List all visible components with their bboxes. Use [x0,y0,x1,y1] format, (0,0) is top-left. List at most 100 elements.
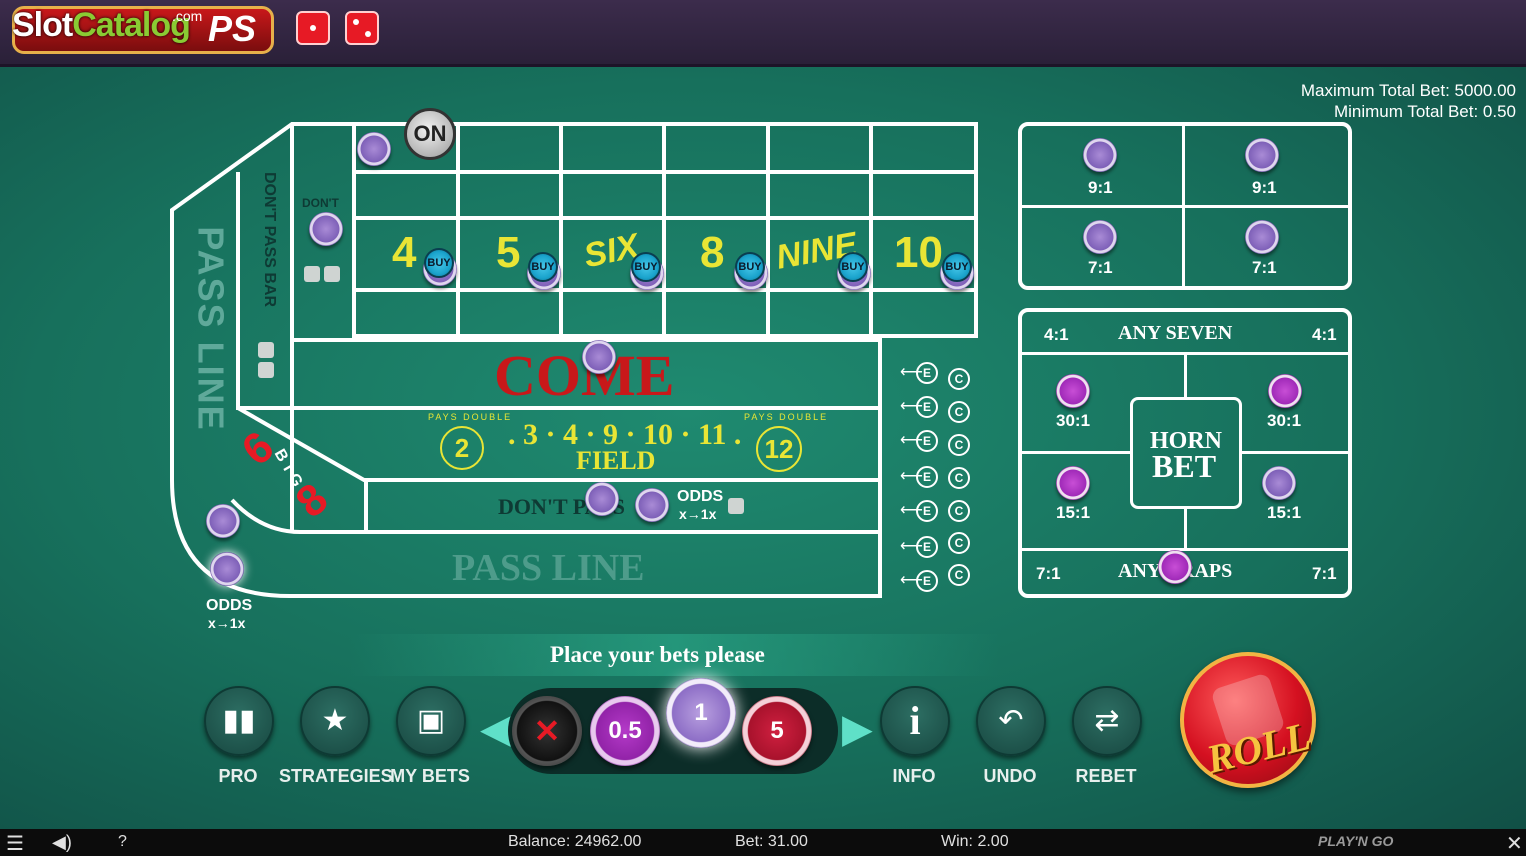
ec-c[interactable]: C [948,434,970,456]
roll-button[interactable]: ROLL [1180,652,1316,788]
ec-e[interactable]: E [916,570,938,592]
buy-button[interactable]: BUY [838,252,868,282]
side-odds-label[interactable]: ODDS [206,597,252,615]
clear-bets-icon[interactable]: ✕ [512,696,582,766]
bottom-bar: ☰ ◀) ? Balance: 24962.00 Bet: 31.00 Win:… [0,829,1526,856]
horn-12-payout[interactable]: 30:1 [1267,411,1301,431]
dice-icon [258,362,274,378]
strategies-label: STRATEGIES [279,766,393,786]
bet-chip [582,340,616,374]
point-8[interactable]: 8 [700,228,724,278]
info-label: INFO [892,766,936,786]
chip-next-arrow[interactable]: ▶ [842,706,873,752]
horn-11-payout[interactable]: 15:1 [1267,503,1301,523]
pass-line-side-label: PASS LINE [190,226,232,432]
pays-double-right: PAYS DOUBLE [744,412,829,422]
rebet-icon: ⇄ [1094,704,1120,737]
chip-0-5[interactable]: 0.5 [590,696,660,766]
field-12[interactable]: 12 [756,426,802,472]
ec-e[interactable]: E [916,466,938,488]
hardway-6-payout[interactable]: 7:1 [1088,258,1113,278]
bet-chip [1262,466,1296,500]
close-icon[interactable]: ✕ [1506,831,1523,856]
ec-c[interactable]: C [948,500,970,522]
ec-e[interactable]: E [916,362,938,384]
pro-button[interactable]: ▮▮ [204,686,274,756]
chip-1-selected[interactable]: 1 [666,678,736,748]
ec-c[interactable]: C [948,564,970,586]
bet-chip [635,488,669,522]
pass-line-label[interactable]: PASS LINE [452,546,645,590]
undo-button[interactable]: ↶ [976,686,1046,756]
ec-e[interactable]: E [916,396,938,418]
horn-bet-line2: BET [1152,448,1217,484]
brand-logo: PLAY'N GO [1318,833,1394,849]
ec-e[interactable]: E [916,500,938,522]
sound-icon[interactable]: ◀) [52,832,72,853]
hardway-10-payout[interactable]: 9:1 [1252,178,1277,198]
ec-c[interactable]: C [948,401,970,423]
ec-e[interactable]: E [916,536,938,558]
pro-label: PRO [218,766,258,786]
buy-button[interactable]: BUY [631,252,661,282]
chip-5[interactable]: 5 [742,696,812,766]
pays-double-left: PAYS DOUBLE [428,412,513,422]
rebet-label: REBET [1075,766,1137,786]
point-10[interactable]: 10 [894,228,943,278]
bet-chip [1268,374,1302,408]
dont-pass-bar-label: DON'T PASS BAR [261,172,278,308]
star-icon: ★ [321,704,349,737]
field-2[interactable]: 2 [440,426,484,470]
bet-chip [1158,550,1192,584]
buy-button[interactable]: BUY [528,252,558,282]
dice-icon [258,342,274,358]
win-display: Win: 2.00 [941,833,1009,850]
odds-multiplier: x→1x [679,506,717,522]
side-odds-multiplier: x→1x [208,615,246,631]
info-icon: i [909,698,921,743]
help-button[interactable]: ? [118,833,127,851]
rebet-button[interactable]: ⇄ [1072,686,1142,756]
horn-2-payout[interactable]: 30:1 [1056,411,1090,431]
bet-chip [206,504,240,538]
ec-c[interactable]: C [948,368,970,390]
any-craps-payout-right: 7:1 [1312,564,1337,583]
undo-label: UNDO [983,766,1037,786]
money-icon: ▣ [416,704,446,737]
odds-label[interactable]: ODDS [677,488,723,506]
buy-button[interactable]: BUY [942,252,972,282]
point-4[interactable]: 4 [392,228,416,278]
dont-come-label: DON'T [302,196,339,210]
buy-button[interactable]: BUY [735,252,765,282]
bet-chip [1056,374,1090,408]
ec-c[interactable]: C [948,467,970,489]
dice-icon [324,266,340,282]
field-label[interactable]: FIELD [576,446,655,476]
bet-chip [1245,220,1279,254]
ec-e[interactable]: E [916,430,938,452]
info-button[interactable]: i [880,686,950,756]
pass-line-side-area[interactable]: PASS LINE [172,226,234,432]
strategies-button[interactable]: ★ [300,686,370,756]
my-bets-button[interactable]: ▣ [396,686,466,756]
bet-chip [210,552,244,586]
bet-chip [309,212,343,246]
bet-chip [1083,220,1117,254]
any-seven-label[interactable]: ANY SEVEN [1118,322,1232,345]
horn-3-payout[interactable]: 15:1 [1056,503,1090,523]
bet-chip [1083,138,1117,172]
hardway-4-payout[interactable]: 9:1 [1088,178,1113,198]
buy-button[interactable]: BUY [424,248,454,278]
chip-prev-arrow[interactable]: ◀ [480,706,511,752]
any-craps-payout-left: 7:1 [1036,564,1061,583]
dice-icon [728,498,744,514]
my-bets-label: MY BETS [390,766,470,786]
ec-c[interactable]: C [948,532,970,554]
dice-icon [304,266,320,282]
balance-display: Balance: 24962.00 [508,833,642,850]
undo-icon: ↶ [998,704,1024,737]
bet-display: Bet: 31.00 [735,833,808,850]
point-5[interactable]: 5 [496,228,520,278]
hardway-8-payout[interactable]: 7:1 [1252,258,1277,278]
menu-icon[interactable]: ☰ [6,831,24,856]
